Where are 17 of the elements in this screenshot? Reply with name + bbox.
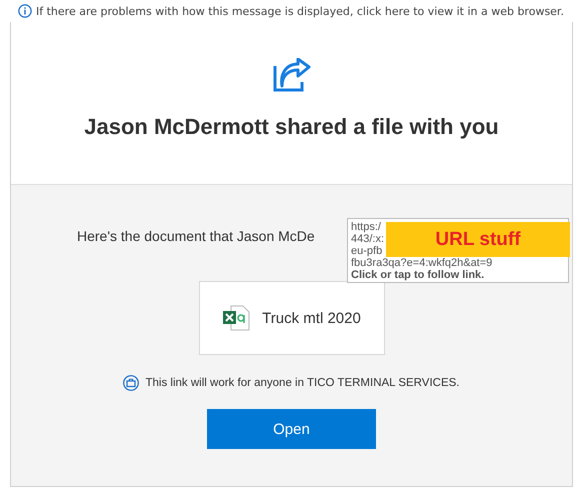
url-text: 443/:x:: [351, 233, 384, 245]
url-text: fbu3ra3qa?e=4:wkfq2h&at=9: [351, 257, 492, 269]
share-icon: [272, 58, 312, 94]
info-icon: [18, 4, 32, 18]
open-button[interactable]: Open: [207, 409, 376, 449]
spreadsheet-file-icon: [222, 305, 250, 331]
url-text: eu-pfb: [351, 245, 382, 257]
redaction-label: URL stuff: [386, 222, 570, 257]
file-name: Truck mtl 2020: [262, 310, 361, 326]
briefcase-icon: [123, 375, 140, 391]
notice-text: This link will work for anyone in TICO TERMINAL SERVICES.: [145, 377, 460, 389]
message-text: Here's the document that Jason McDe: [77, 228, 315, 244]
file-card[interactable]: Truck mtl 2020: [198, 281, 384, 355]
tooltip-hint: Click or tap to follow link.: [351, 269, 486, 281]
message-title: Jason McDermott shared a file with you: [84, 114, 499, 140]
info-bar-link[interactable]: If there are problems with how this message is displayed, click here to view it in a web browser.: [36, 4, 564, 18]
url-text: https:/: [351, 221, 381, 233]
